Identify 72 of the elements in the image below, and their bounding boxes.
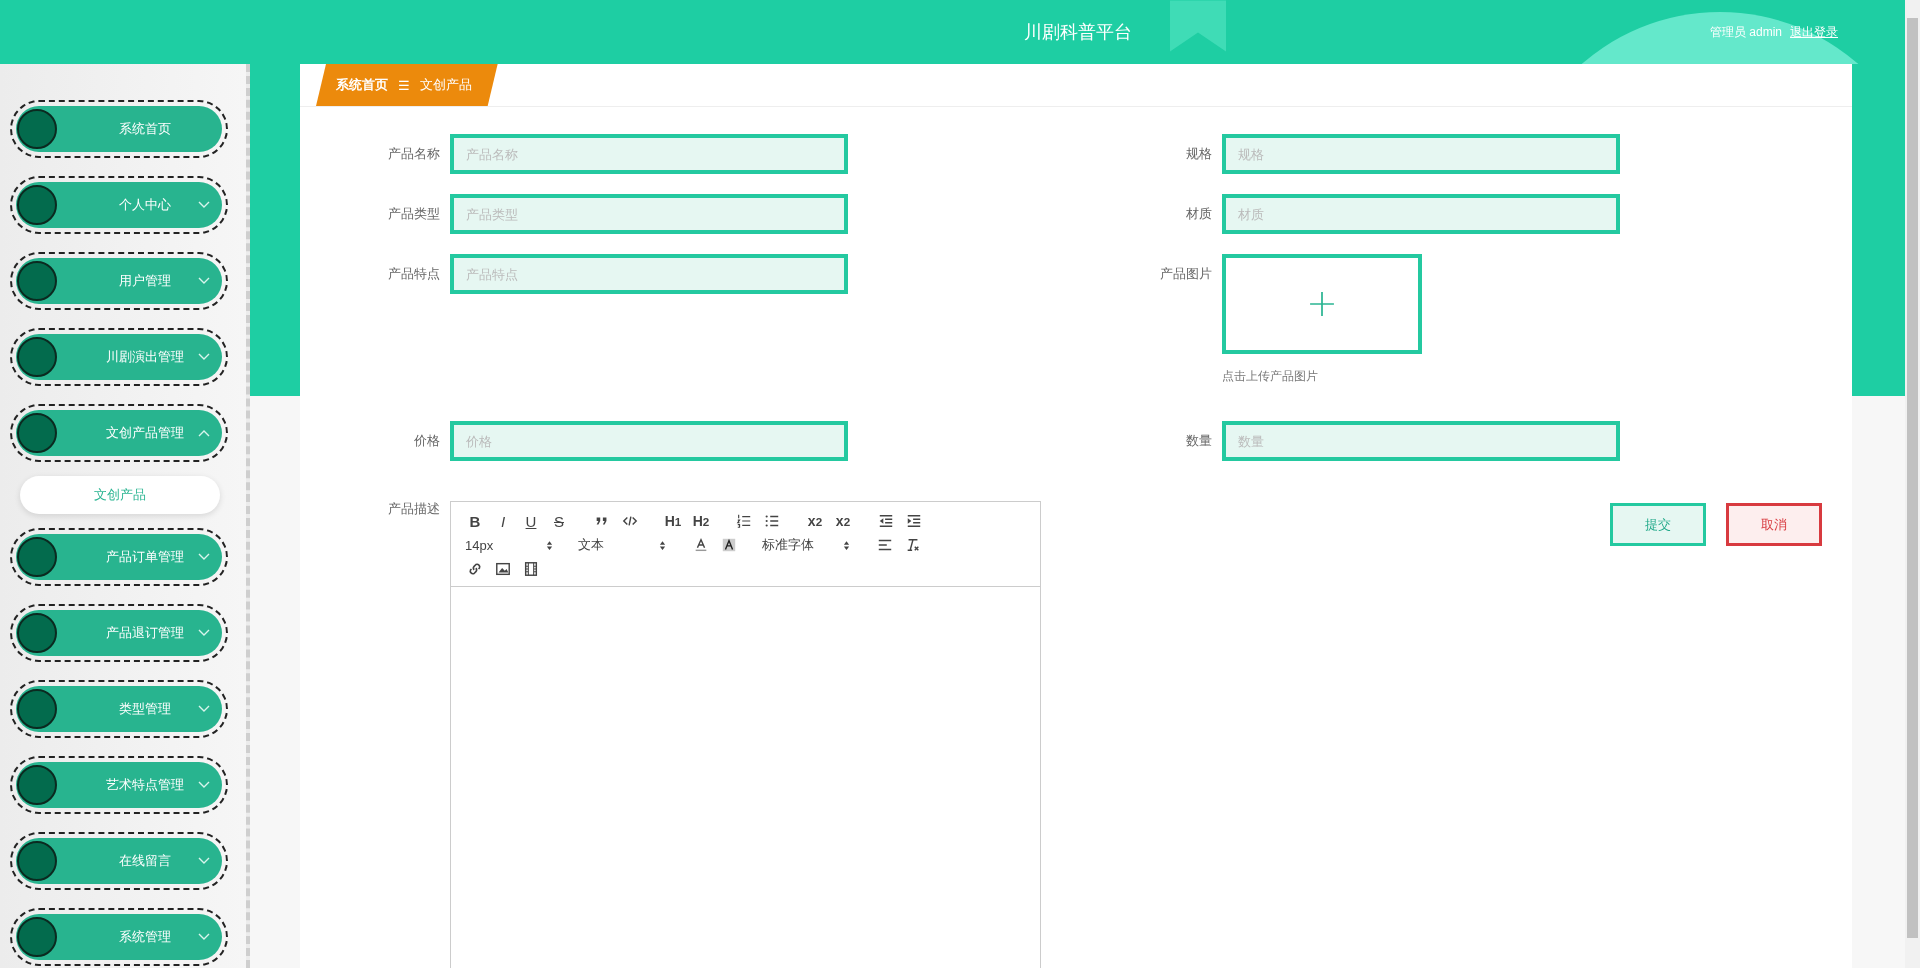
sort-icon bbox=[546, 539, 553, 551]
toolbar-button[interactable]: U bbox=[517, 510, 545, 532]
text-field[interactable]: 数量 bbox=[1222, 421, 1620, 461]
plus-icon bbox=[1309, 291, 1335, 317]
outdent-icon bbox=[878, 513, 894, 529]
scrollbar[interactable] bbox=[1905, 0, 1920, 968]
code-icon bbox=[622, 513, 638, 529]
sidebar-submenu-item[interactable]: 文创产品 bbox=[20, 476, 220, 514]
toolbar-button[interactable]: I bbox=[489, 510, 517, 532]
clean-icon bbox=[905, 537, 921, 553]
field-label: 材质 bbox=[1185, 205, 1213, 223]
color-icon bbox=[693, 537, 709, 553]
sidebar-menu-item[interactable]: 川剧演出管理 bbox=[10, 328, 228, 386]
align-icon bbox=[877, 537, 893, 553]
field-label: 产品特点 bbox=[387, 265, 441, 283]
indent-icon bbox=[906, 513, 922, 529]
circle-icon bbox=[17, 413, 57, 453]
text-field[interactable]: 材质 bbox=[1222, 194, 1620, 234]
video-icon bbox=[523, 561, 539, 577]
sort-icon bbox=[659, 539, 666, 551]
text-field[interactable]: 产品类型 bbox=[450, 194, 848, 234]
toolbar-select[interactable]: 标准字体 bbox=[758, 534, 856, 556]
toolbar-select[interactable]: 文本 bbox=[574, 534, 672, 556]
link-icon bbox=[467, 561, 483, 577]
field-label: 价格 bbox=[413, 432, 441, 450]
background-icon bbox=[721, 537, 737, 553]
circle-icon bbox=[17, 185, 57, 225]
ordered-list-icon bbox=[736, 513, 752, 529]
sidebar-menu-item[interactable]: 产品订单管理 bbox=[10, 528, 228, 586]
toolbar-button[interactable]: S bbox=[545, 510, 573, 532]
field-label: 产品图片 bbox=[1159, 265, 1213, 283]
logout-link[interactable]: 退出登录 bbox=[1790, 23, 1838, 41]
cancel-button[interactable]: 取消 bbox=[1726, 503, 1822, 546]
field-label: 规格 bbox=[1185, 145, 1213, 163]
sidebar-menu-item[interactable]: 文创产品管理 bbox=[10, 404, 228, 462]
text-field[interactable]: 价格 bbox=[450, 421, 848, 461]
field-label: 产品描述 bbox=[387, 501, 441, 517]
circle-icon bbox=[17, 689, 57, 729]
toolbar-button[interactable]: B bbox=[461, 510, 489, 532]
breadcrumb-link[interactable]: 系统首页 bbox=[336, 76, 388, 94]
field-label: 数量 bbox=[1185, 432, 1213, 450]
sidebar-menu-item[interactable]: 在线留言 bbox=[10, 832, 228, 890]
toolbar-select[interactable]: 14px bbox=[461, 534, 559, 556]
sidebar-menu-item[interactable]: 用户管理 bbox=[10, 252, 228, 310]
breadcrumb-separator: ☰ bbox=[398, 77, 410, 93]
sidebar-menu-item[interactable]: 产品退订管理 bbox=[10, 604, 228, 662]
site-title: 川剧科普平台 bbox=[1023, 21, 1132, 44]
text-field[interactable]: 产品名称 bbox=[450, 134, 848, 174]
bullet-list-icon bbox=[764, 513, 780, 529]
field-label: 产品名称 bbox=[387, 145, 441, 163]
ribbon-drawing bbox=[1170, 0, 1226, 52]
circle-icon bbox=[17, 841, 57, 881]
circle-icon bbox=[17, 261, 57, 301]
sidebar-menu-item[interactable]: 系统首页 bbox=[10, 100, 228, 158]
sidebar-menu-item[interactable]: 类型管理 bbox=[10, 680, 228, 738]
sidebar-menu-item[interactable]: 个人中心 bbox=[10, 176, 228, 234]
submit-button[interactable]: 提交 bbox=[1610, 503, 1706, 546]
circle-icon bbox=[17, 765, 57, 805]
circle-icon bbox=[17, 613, 57, 653]
breadcrumb-current: 文创产品 bbox=[419, 76, 472, 94]
circle-icon bbox=[17, 337, 57, 377]
circle-icon bbox=[17, 537, 57, 577]
upload-hint: 点击上传产品图片 bbox=[1222, 368, 1319, 385]
sidebar-menu-item[interactable]: 系统管理 bbox=[10, 908, 228, 966]
circle-icon bbox=[17, 109, 57, 149]
sidebar-menu-item[interactable]: 艺术特点管理 bbox=[10, 756, 228, 814]
field-label: 产品类型 bbox=[387, 205, 441, 223]
sort-icon bbox=[843, 539, 850, 551]
image-icon bbox=[495, 561, 511, 577]
circle-icon bbox=[17, 917, 57, 957]
text-field[interactable]: 规格 bbox=[1222, 134, 1620, 174]
user-label: 管理员 admin bbox=[1709, 23, 1782, 41]
